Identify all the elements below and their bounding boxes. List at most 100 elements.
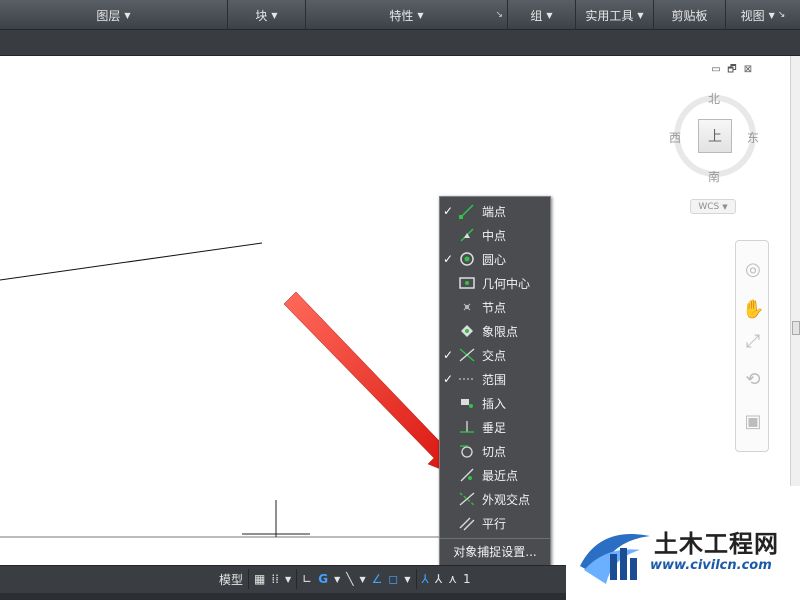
- object-snap-settings-label: 对象捕捉设置...: [453, 545, 537, 559]
- ribbon-section-view[interactable]: 视图 ▼ ↘: [726, 0, 800, 30]
- ribbon-section-layers[interactable]: 图层 ▼: [0, 0, 228, 30]
- wcs-dropdown[interactable]: WCS ▼: [690, 199, 736, 214]
- snap-menu-item[interactable]: 中点: [440, 223, 550, 247]
- viewcube[interactable]: 北 南 东 西 上: [665, 88, 765, 188]
- snap-menu-item-label: 几何中心: [482, 276, 531, 291]
- compass-north[interactable]: 北: [708, 90, 720, 107]
- caret-down-icon: ▼: [768, 10, 775, 20]
- perpendicular-icon: [456, 418, 478, 436]
- snap-menu-item[interactable]: ✓ 端点: [440, 199, 550, 223]
- snap-menu-item[interactable]: 切点: [440, 439, 550, 463]
- auto-scale-icon[interactable]: ⅄: [432, 568, 445, 590]
- snap-menu-item[interactable]: 垂足: [440, 415, 550, 439]
- checkmark-icon: ✓: [442, 204, 454, 218]
- chevron-down-icon[interactable]: ▼: [282, 568, 294, 590]
- ribbon-section-label: 实用工具: [585, 8, 634, 23]
- snap-menu-item[interactable]: 外观交点: [440, 487, 550, 511]
- compass-south[interactable]: 南: [708, 168, 720, 185]
- insertion-icon: [456, 394, 478, 412]
- chevron-down-icon[interactable]: ▼: [401, 568, 413, 590]
- steering-wheel-icon[interactable]: ◎: [742, 259, 764, 281]
- snap-menu-item[interactable]: 平行: [440, 511, 550, 535]
- polar-tracking-icon[interactable]: G: [315, 568, 331, 590]
- file-tab-strip: [0, 30, 800, 56]
- ribbon-section-label: 组: [530, 8, 543, 23]
- snap-mode-icon[interactable]: ⁞⁞: [268, 568, 282, 590]
- snap-menu-item-label: 端点: [482, 204, 507, 219]
- object-snap-icon[interactable]: ◻: [385, 568, 401, 590]
- snap-menu-item-label: 象限点: [482, 324, 519, 339]
- midpoint-icon: [456, 226, 478, 244]
- object-snap-tracking-icon[interactable]: ∠: [369, 568, 386, 590]
- compass-west[interactable]: 西: [669, 129, 681, 146]
- minimize-icon[interactable]: ▭: [710, 64, 722, 76]
- scale-value[interactable]: 1: [460, 568, 474, 590]
- snap-menu-item-label: 交点: [482, 348, 507, 363]
- orbit-icon[interactable]: ⟲: [742, 369, 764, 391]
- scrollbar-thumb[interactable]: [792, 321, 800, 335]
- object-snap-settings-item[interactable]: 对象捕捉设置...: [440, 538, 550, 564]
- dialog-launcher-icon[interactable]: ↘: [495, 10, 503, 20]
- snap-menu-item[interactable]: 节点: [440, 295, 550, 319]
- viewcube-face-top[interactable]: 上: [698, 119, 732, 153]
- ortho-icon[interactable]: ∟: [299, 568, 315, 590]
- divider: [248, 569, 250, 589]
- ribbon-section-label: 特性: [389, 8, 414, 23]
- close-icon[interactable]: ⊠: [742, 64, 754, 76]
- intersection-icon: [456, 346, 478, 364]
- ribbon-section-properties[interactable]: 特性 ▼ ↘: [306, 0, 508, 30]
- watermark-title: 土木工程网: [654, 530, 779, 558]
- snap-menu-item-label: 平行: [482, 516, 507, 531]
- nearest-icon: [456, 466, 478, 484]
- vertical-scrollbar[interactable]: [790, 56, 800, 486]
- isometric-icon[interactable]: ╲: [343, 568, 356, 590]
- wcs-label: WCS: [698, 201, 720, 212]
- apparent-intersection-icon: [456, 490, 478, 508]
- ribbon-section-label: 块: [255, 8, 268, 23]
- ribbon-section-label: 视图: [740, 8, 765, 23]
- checkmark-icon: ✓: [442, 348, 454, 362]
- snap-menu-item[interactable]: 象限点: [440, 319, 550, 343]
- snap-menu-item[interactable]: ✓ 范围: [440, 367, 550, 391]
- snap-menu-item[interactable]: ✓ 交点: [440, 343, 550, 367]
- showmotion-icon[interactable]: ▣: [742, 411, 764, 433]
- compass-east[interactable]: 东: [747, 129, 759, 146]
- restore-icon[interactable]: 🗗: [726, 64, 738, 76]
- snap-menu-item[interactable]: 最近点: [440, 463, 550, 487]
- snap-menu-item[interactable]: ✓ 圆心: [440, 247, 550, 271]
- ribbon-section-clipboard[interactable]: 剪贴板: [654, 0, 726, 30]
- ribbon-section-block[interactable]: 块 ▼: [228, 0, 306, 30]
- ribbon-panel-bar: 图层 ▼ 块 ▼ 特性 ▼ ↘ 组 ▼ 实用工具 ▼ 剪贴板 视图 ▼ ↘: [0, 0, 800, 30]
- endpoint-icon: [456, 202, 478, 220]
- snap-menu-item-label: 外观交点: [482, 492, 531, 507]
- watermark-logo: [580, 534, 650, 584]
- snap-menu-item-label: 垂足: [482, 420, 507, 435]
- caret-down-icon: ▼: [637, 10, 644, 20]
- snap-menu-item-label: 中点: [482, 228, 507, 243]
- object-snap-menu: ✓ 端点中点 ✓ 圆心几何中心节点象限点 ✓ 交点 ✓ 范围 插入垂足切点最近点外观交点平行 对…: [439, 196, 551, 566]
- ribbon-section-group[interactable]: 组 ▼: [508, 0, 576, 30]
- pan-icon[interactable]: ✋: [742, 299, 764, 321]
- extension-icon: [456, 370, 478, 388]
- snap-menu-item-label: 切点: [482, 444, 507, 459]
- ribbon-section-label: 图层: [96, 8, 121, 23]
- caret-down-icon: ▼: [417, 10, 424, 20]
- tangent-icon: [456, 442, 478, 460]
- annotation-scale-icon[interactable]: ⋏: [445, 568, 460, 590]
- status-bar: 模型 ▦ ⁞⁞ ▼ ∟ G ▼ ╲ ▼ ∠ ◻ ▼ ⅄ ⅄ ⋏ 1: [0, 565, 566, 600]
- annotation-visibility-icon[interactable]: ⅄: [419, 568, 432, 590]
- divider: [296, 569, 298, 589]
- ribbon-section-utilities[interactable]: 实用工具 ▼: [576, 0, 654, 30]
- snap-menu-item[interactable]: 插入: [440, 391, 550, 415]
- chevron-down-icon[interactable]: ▼: [356, 568, 368, 590]
- dialog-launcher-icon[interactable]: ↘: [778, 10, 786, 20]
- zoom-extents-icon[interactable]: ⤢: [742, 331, 764, 353]
- caret-down-icon: ▼: [124, 10, 131, 20]
- status-bar-tools: 模型 ▦ ⁞⁞ ▼ ∟ G ▼ ╲ ▼ ∠ ◻ ▼ ⅄ ⅄ ⋏ 1: [216, 567, 474, 591]
- chevron-down-icon[interactable]: ▼: [331, 568, 343, 590]
- model-space-button[interactable]: 模型: [216, 568, 246, 590]
- caret-down-icon: ▼: [546, 10, 553, 20]
- grid-icon[interactable]: ▦: [251, 568, 268, 590]
- checkmark-icon: ✓: [442, 252, 454, 266]
- snap-menu-item[interactable]: 几何中心: [440, 271, 550, 295]
